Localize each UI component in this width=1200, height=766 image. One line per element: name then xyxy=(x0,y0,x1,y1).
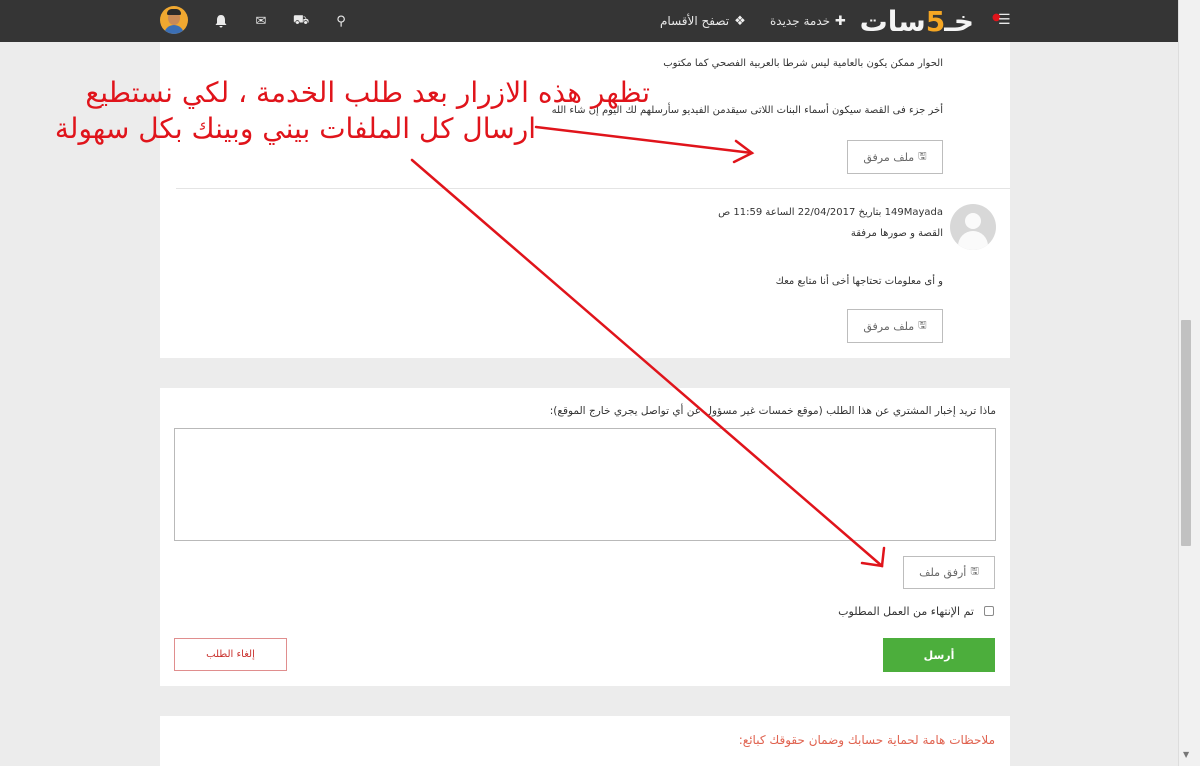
attachment-button[interactable]: 🖫 ملف مرفق xyxy=(847,140,943,174)
menu-icon[interactable]: ● ☰ xyxy=(992,12,1012,30)
annotation-line-1: تظهر هذه الازرار بعد طلب الخدمة ، لكي نس… xyxy=(85,76,650,109)
user-avatar[interactable] xyxy=(160,6,188,34)
attach-file-button[interactable]: 🖫 أرفق ملف xyxy=(903,556,995,589)
attachment-label: ملف مرفق xyxy=(863,150,915,164)
reply-textarea[interactable] xyxy=(174,428,996,541)
new-service-label: خدمة جديدة xyxy=(770,14,831,28)
annotation-line-2: ارسال كل الملفات بيني وبينك بكل سهولة xyxy=(54,112,536,145)
message-meta: 149Mayada بتاريخ 22/04/2017 الساعة 11:59… xyxy=(718,207,943,218)
buyer-avatar[interactable] xyxy=(950,204,996,250)
message-text: الحوار ممكن يكون بالعامية ليس شرطا بالعر… xyxy=(663,58,943,69)
attach-file-label: أرفق ملف xyxy=(919,566,967,579)
message-text: و أى معلومات تحتاجها أخى أنا متابع معك xyxy=(775,276,943,287)
browse-categories-label: تصفح الأقسام xyxy=(660,14,730,28)
cancel-order-button[interactable]: إلغاء الطلب xyxy=(174,638,287,671)
categories-icon: ❖ xyxy=(734,13,746,29)
attachment-label: ملف مرفق xyxy=(863,319,915,333)
work-done-checkbox[interactable] xyxy=(984,606,994,616)
cart-icon[interactable]: ⛟ xyxy=(292,12,310,30)
scrollbar-thumb[interactable] xyxy=(1181,320,1191,546)
attachment-button[interactable]: 🖫 ملف مرفق xyxy=(847,309,943,343)
file-icon: 🖫 xyxy=(918,319,927,331)
mail-icon[interactable]: ✉ xyxy=(252,12,270,30)
plus-icon: ✚ xyxy=(835,13,846,29)
top-navbar: ● ☰ خـ 5 سات ✚ خدمة جديدة ❖ تصفح الأقسام ⚲… xyxy=(0,0,1178,42)
work-done-label[interactable]: تم الإنتهاء من العمل المطلوب xyxy=(838,605,974,618)
send-button[interactable]: أرسل xyxy=(883,638,995,672)
search-icon[interactable]: ⚲ xyxy=(332,12,350,30)
new-service-link[interactable]: ✚ خدمة جديدة xyxy=(770,0,846,42)
khamsat-logo[interactable]: خـ 5 سات xyxy=(860,4,975,38)
notes-title: ملاحظات هامة لحماية حسابك وضمان حقوقك كب… xyxy=(738,733,995,747)
message-divider xyxy=(176,188,1010,189)
file-icon: 🖫 xyxy=(970,566,979,577)
browse-categories-link[interactable]: ❖ تصفح الأقسام xyxy=(660,0,746,42)
scroll-down-arrow[interactable]: ▼ xyxy=(1183,750,1189,759)
file-icon: 🖫 xyxy=(918,150,927,162)
reply-prompt: ماذا تريد إخبار المشتري عن هذا الطلب (مو… xyxy=(549,405,996,417)
bell-icon[interactable] xyxy=(212,12,230,30)
message-text: القصة و صورها مرفقة xyxy=(850,228,943,239)
